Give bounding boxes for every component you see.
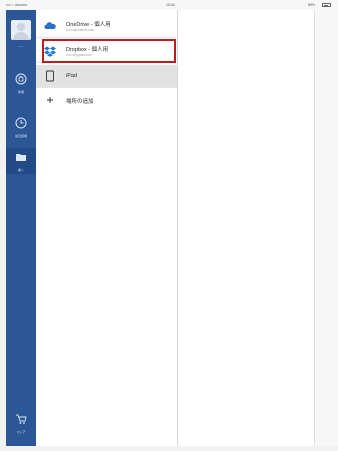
- ipad-device-icon: [46, 70, 54, 82]
- plus-icon: [47, 97, 53, 103]
- battery-percent: 85%: [308, 3, 316, 7]
- right-edge-strip: [314, 10, 338, 446]
- recent-clock-icon: [15, 117, 27, 129]
- onedrive-cloud-icon: [44, 22, 56, 29]
- nav-item-label: 新規: [17, 90, 24, 94]
- new-document-icon: [15, 73, 27, 85]
- avatar[interactable]: [11, 20, 31, 40]
- nav-item-label: ストア: [16, 430, 26, 434]
- folder-open-icon: [16, 154, 26, 161]
- status-bar: •••○○ docomo 15:36 85%: [0, 0, 338, 10]
- battery-icon: [322, 3, 331, 7]
- nav-item-recent[interactable]: 最近使用: [6, 114, 36, 140]
- file-content-area: [178, 10, 314, 446]
- cart-icon: [16, 414, 27, 424]
- location-ipad[interactable]: iPad: [36, 65, 177, 88]
- location-title: OneDrive - 個人用: [66, 22, 111, 28]
- location-title: 場所の追加: [66, 99, 94, 105]
- nav-item-label: 最近使用: [14, 134, 27, 138]
- left-nav: —— 新規 最近使用 開く ストア: [6, 10, 36, 446]
- highlight-box: [42, 39, 176, 63]
- nav-item-open[interactable]: 開く: [6, 148, 36, 174]
- locations-panel: OneDrive - 個人用 •••••••@outlook.com Dropb…: [36, 10, 178, 446]
- location-subtitle: •••••••@outlook.com: [66, 28, 95, 32]
- add-location[interactable]: 場所の追加: [36, 89, 177, 112]
- carrier-text: •••○○ docomo: [6, 3, 28, 7]
- nav-item-label: 開く: [17, 168, 24, 172]
- location-title: iPad: [66, 73, 78, 79]
- nav-item-store[interactable]: ストア: [6, 410, 36, 436]
- account-label: ——: [18, 44, 24, 48]
- location-onedrive[interactable]: OneDrive - 個人用 •••••••@outlook.com: [36, 15, 177, 38]
- time-text: 15:36: [166, 3, 175, 7]
- nav-item-new[interactable]: 新規: [6, 70, 36, 96]
